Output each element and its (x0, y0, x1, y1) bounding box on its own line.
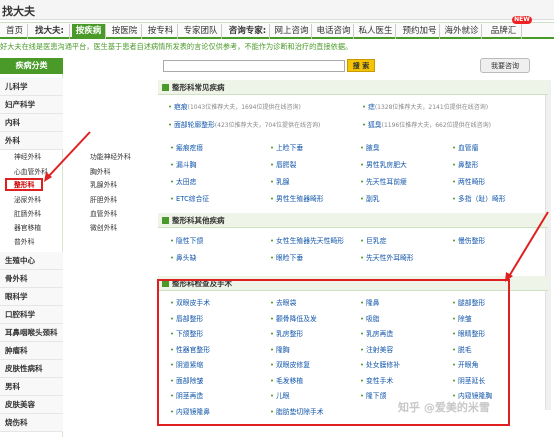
watermark: 知乎 @爱美的米雪 (398, 401, 490, 414)
annotation-arrows (44, 131, 549, 282)
arrow-to-plastic-surgery (46, 131, 91, 179)
arrow-to-surgery-box (507, 211, 549, 279)
